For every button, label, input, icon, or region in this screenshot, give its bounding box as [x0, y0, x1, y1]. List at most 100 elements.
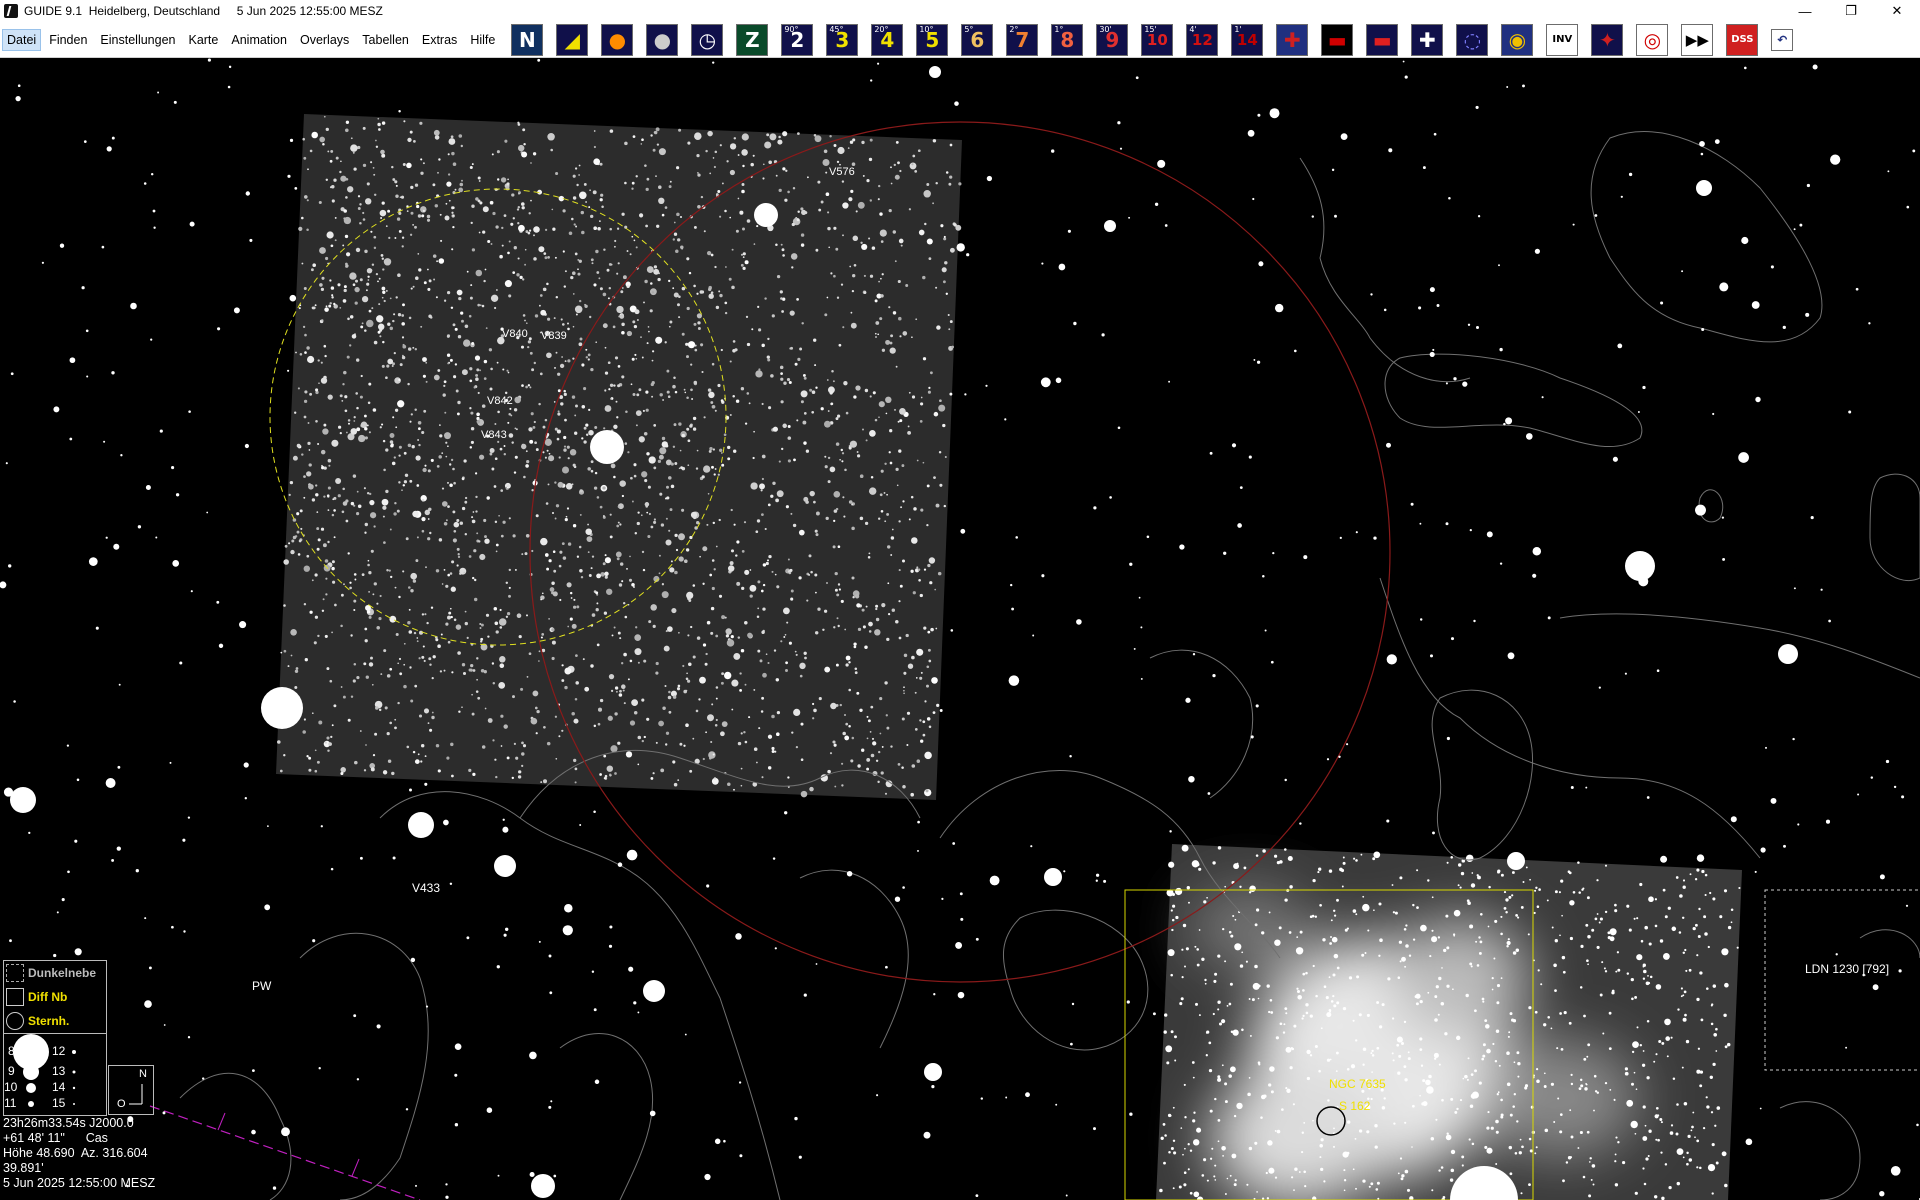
star	[343, 370, 347, 375]
star	[335, 156, 339, 160]
moon-button[interactable]: ●	[646, 23, 679, 56]
deep-sky-button[interactable]: ✦	[1591, 23, 1624, 56]
star	[456, 547, 460, 551]
menu-finden[interactable]: Finden	[44, 29, 92, 51]
star	[1554, 939, 1558, 943]
target-button[interactable]: ◎	[1636, 23, 1669, 56]
star	[358, 434, 366, 443]
star	[327, 394, 333, 400]
star	[1305, 1003, 1309, 1007]
fast-forward-button[interactable]: ▶▶	[1681, 23, 1714, 56]
star	[878, 401, 885, 408]
menu-animation[interactable]: Animation	[226, 29, 292, 51]
star	[603, 248, 606, 251]
star	[550, 1100, 553, 1103]
label-pw[interactable]: PW	[252, 979, 271, 993]
zoom-level-10-button[interactable]: 10 15'	[1141, 23, 1174, 56]
star	[464, 610, 467, 613]
close-button[interactable]: ✕	[1874, 0, 1920, 22]
zoom-level-2-button[interactable]: 2 90°	[781, 23, 814, 56]
sky-chart[interactable]: V576 V840 V839 V842 V843 V433 PW NGC 763…	[0, 58, 1920, 1200]
star	[608, 388, 611, 391]
star	[720, 731, 725, 737]
star-label-v840[interactable]: V840	[502, 328, 528, 340]
object-label-ngc7635[interactable]: NGC 7635	[1329, 1077, 1386, 1091]
star	[1217, 1075, 1221, 1079]
star-chart-red-button[interactable]: ▬	[1366, 23, 1399, 56]
star	[898, 520, 901, 523]
object-label-s162[interactable]: S 162	[1339, 1099, 1370, 1113]
ecliptic-button[interactable]: ◢	[556, 23, 589, 56]
star	[752, 456, 755, 460]
star	[585, 528, 592, 535]
star	[1182, 1153, 1184, 1156]
menu-karte[interactable]: Karte	[183, 29, 223, 51]
sky-chart-canvas[interactable]	[0, 58, 1920, 1200]
menu-overlays[interactable]: Overlays	[295, 29, 354, 51]
star	[1275, 1036, 1280, 1040]
star-label-v843[interactable]: V843	[481, 429, 507, 441]
star	[768, 406, 772, 410]
star	[893, 408, 897, 411]
menu-extras[interactable]: Extras	[417, 29, 462, 51]
zoom-level-8-button[interactable]: 8 1°	[1051, 23, 1084, 56]
language-german-button[interactable]: ▬	[1321, 23, 1354, 56]
star	[678, 316, 681, 319]
star	[641, 356, 644, 359]
menu-hilfe[interactable]: Hilfe	[465, 29, 500, 51]
star	[422, 357, 427, 362]
zoom-level-6-button[interactable]: 6 5°	[961, 23, 994, 56]
language-english-button[interactable]: ✚	[1276, 23, 1309, 56]
zoom-level-5-button[interactable]: 5 10°	[916, 23, 949, 56]
star-label-v433[interactable]: V433	[412, 881, 440, 895]
minimize-button[interactable]: —	[1782, 0, 1828, 22]
sun-button[interactable]: ●	[601, 23, 634, 56]
restore-button[interactable]: ❐	[1828, 0, 1874, 22]
menu-tabellen[interactable]: Tabellen	[357, 29, 414, 51]
dss-button[interactable]: DSS	[1726, 23, 1759, 56]
star-label-v839[interactable]: V839	[541, 330, 567, 342]
star	[1653, 1060, 1656, 1063]
star	[798, 1155, 802, 1159]
zoom-level-3-button[interactable]: 3 45°	[826, 23, 859, 56]
star	[1403, 928, 1407, 931]
zoom-level-12-button[interactable]: 12 4'	[1186, 23, 1219, 56]
zoom-level-7-button[interactable]: 7 2°	[1006, 23, 1039, 56]
inverse-button[interactable]: INV	[1546, 23, 1579, 56]
star	[848, 197, 853, 202]
star	[631, 181, 635, 185]
star	[813, 134, 817, 137]
north-up-button[interactable]: N	[511, 23, 544, 56]
star	[1484, 1145, 1488, 1149]
clock-button[interactable]: ◷	[691, 23, 724, 56]
globe-button[interactable]: ◉	[1501, 23, 1534, 56]
star-label-v576[interactable]: V576	[829, 166, 855, 178]
star	[475, 690, 479, 693]
zoom-level-4-button[interactable]: 4 20°	[871, 23, 904, 56]
star	[1474, 1069, 1477, 1073]
star	[610, 745, 618, 753]
menu-datei[interactable]: Datei	[2, 28, 42, 51]
star	[389, 667, 393, 671]
star	[1760, 847, 1766, 853]
star	[318, 720, 323, 725]
star	[525, 464, 529, 468]
star	[1247, 1092, 1251, 1097]
star-label-v842[interactable]: V842	[487, 395, 513, 407]
star	[171, 925, 174, 929]
star	[571, 623, 577, 629]
star	[567, 457, 570, 460]
crosshair-button[interactable]: ✚	[1411, 23, 1444, 56]
star	[1328, 976, 1331, 979]
star	[1330, 1000, 1334, 1003]
menu-einstellungen[interactable]: Einstellungen	[95, 29, 180, 51]
star	[506, 756, 510, 760]
undo-button[interactable]: ↶	[1771, 28, 1794, 51]
star	[808, 554, 812, 558]
object-label-ldn1230[interactable]: LDN 1230 [792]	[1805, 962, 1889, 976]
zoom-level-14-button[interactable]: 14 1'	[1231, 23, 1264, 56]
zenith-button[interactable]: Z	[736, 23, 769, 56]
galaxy-button[interactable]: ◌	[1456, 23, 1489, 56]
zoom-level-9-button[interactable]: 9 30'	[1096, 23, 1129, 56]
star	[694, 344, 697, 347]
